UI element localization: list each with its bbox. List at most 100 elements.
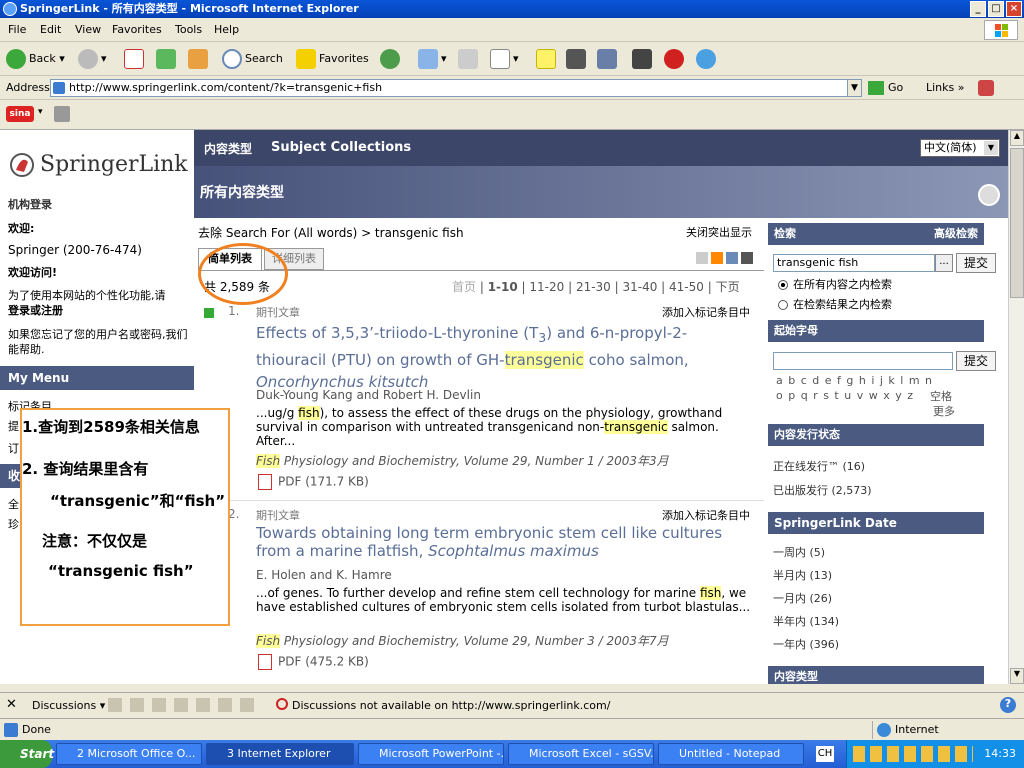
save-icon[interactable] — [741, 252, 753, 264]
remove-search-link[interactable]: 去除 — [198, 226, 222, 240]
more-letters-link[interactable]: 更多 — [933, 403, 955, 419]
note-button[interactable] — [536, 48, 559, 70]
discussion-tool-icons[interactable] — [108, 698, 258, 712]
favorites-item-2[interactable]: 珍 — [8, 516, 19, 532]
result-journal[interactable]: Fish Physiology and Biochemistry, Volume… — [256, 452, 669, 469]
result-journal[interactable]: Fish Physiology and Biochemistry, Volume… — [256, 632, 669, 649]
help-icon[interactable]: ? — [1000, 697, 1016, 713]
page-11-20[interactable]: 11-20 — [529, 280, 564, 294]
task-notepad[interactable]: Untitled - Notepad — [658, 743, 804, 765]
start-button[interactable]: Start — [0, 740, 54, 768]
sina-dropdown-icon[interactable]: ▾ — [38, 107, 43, 117]
date-filter-link[interactable]: 一年内 (396) — [773, 636, 839, 652]
page-next[interactable]: 下页 — [716, 280, 740, 294]
tab-subject-collections[interactable]: Subject Collections — [271, 140, 411, 155]
date-filter-link[interactable]: 一周内 (5) — [773, 544, 825, 560]
tool-button-1[interactable] — [566, 48, 589, 70]
task-excel[interactable]: Microsoft Excel - sGSV... — [508, 743, 654, 765]
author-link[interactable]: Robert H. Devlin — [383, 388, 481, 402]
date-filter-link[interactable]: 半月内 (13) — [773, 567, 832, 583]
rss-icon[interactable] — [711, 252, 723, 264]
space-link[interactable]: 空格 — [930, 388, 952, 404]
springerlink-logo[interactable]: SpringerLink — [40, 152, 188, 177]
letter-submit-button[interactable]: 提交 — [956, 351, 996, 371]
extension-icon[interactable] — [978, 80, 994, 96]
radio-search-all[interactable]: 在所有内容之内检索 — [778, 276, 892, 292]
mail-button[interactable]: ▾ — [418, 48, 447, 70]
home-button[interactable] — [188, 48, 211, 70]
menu-edit[interactable]: Edit — [40, 23, 61, 36]
letter-links[interactable]: a b c d e f g h i j k l m n — [776, 374, 933, 387]
letter-links[interactable]: o p q r s t u v w x y z — [776, 389, 914, 402]
institution-login-link[interactable]: 机构登录 — [8, 196, 52, 212]
letter-input[interactable] — [773, 352, 953, 370]
maximize-button[interactable]: □ — [988, 1, 1004, 17]
menu-view[interactable]: View — [75, 23, 101, 36]
print-page-icon[interactable] — [978, 184, 1000, 206]
address-dropdown-icon[interactable]: ▼ — [847, 80, 861, 96]
sina-logo-icon[interactable]: sina — [6, 106, 34, 122]
print-button[interactable] — [458, 48, 481, 70]
author-link[interactable]: Duk-Young Kang — [256, 388, 353, 402]
pdf-link[interactable]: PDF (171.7 KB) — [258, 474, 369, 490]
advanced-search-link[interactable]: 高级检索 — [934, 223, 978, 245]
published-link[interactable]: 已出版发行 (2,573) — [773, 482, 872, 498]
tab-content-types[interactable]: 内容类型 — [204, 140, 252, 157]
export-icon[interactable] — [696, 252, 708, 264]
edit-button[interactable]: ▾ — [490, 48, 519, 70]
forward-button[interactable]: ▾ — [78, 48, 107, 70]
scroll-up-icon[interactable]: ▲ — [1010, 130, 1024, 146]
favorites-button[interactable]: Favorites — [296, 48, 369, 70]
history-button[interactable] — [380, 48, 403, 70]
stop-button[interactable] — [124, 48, 147, 70]
wrench-icon[interactable] — [54, 106, 70, 122]
task-office[interactable]: 2 Microsoft Office O... — [56, 743, 202, 765]
search-button[interactable]: Search — [222, 48, 283, 70]
task-powerpoint[interactable]: Microsoft PowerPoint -... — [358, 743, 504, 765]
add-to-marked-link[interactable]: 添加入标记条目中 — [662, 304, 750, 320]
close-button[interactable]: × — [1006, 1, 1022, 17]
address-input[interactable]: http://www.springerlink.com/content/?k=t… — [50, 79, 862, 97]
language-indicator[interactable]: CH — [816, 746, 834, 762]
back-button[interactable]: Back ▾ — [6, 48, 65, 70]
menu-help[interactable]: Help — [214, 23, 239, 36]
login-register-link[interactable]: 登录或注册 — [8, 304, 63, 317]
scroll-thumb[interactable] — [1010, 148, 1024, 298]
search-submit-button[interactable]: 提交 — [956, 253, 996, 273]
result-title[interactable]: Effects of 3,5,3’-triiodo-L-thyronine (T… — [256, 322, 756, 393]
menu-item-3[interactable]: 订 — [8, 440, 19, 456]
page-31-40[interactable]: 31-40 — [622, 280, 657, 294]
add-to-marked-link[interactable]: 添加入标记条目中 — [662, 507, 750, 523]
close-discussions-icon[interactable]: ✕ — [6, 697, 17, 712]
search-options-button[interactable]: ... — [935, 254, 953, 272]
result-title[interactable]: Towards obtaining long term embryonic st… — [256, 524, 756, 560]
search-input[interactable]: transgenic fish — [773, 254, 935, 272]
minimize-button[interactable]: _ — [970, 1, 986, 17]
go-button[interactable]: Go — [868, 79, 903, 97]
author-link[interactable]: K. Hamre — [336, 568, 392, 582]
menu-favorites[interactable]: Favorites — [112, 23, 162, 36]
messenger-button[interactable] — [696, 48, 719, 70]
radio-search-results[interactable]: 在检索结果之内检索 — [778, 296, 892, 312]
links-button[interactable]: Links » — [926, 81, 965, 94]
tool-button-2[interactable] — [597, 48, 620, 70]
scroll-down-icon[interactable]: ▼ — [1010, 668, 1024, 684]
favorites-item-1[interactable]: 全 — [8, 496, 19, 512]
email-icon[interactable] — [726, 252, 738, 264]
task-ie[interactable]: 3 Internet Explorer — [206, 743, 354, 765]
menu-file[interactable]: File — [8, 23, 26, 36]
language-select[interactable]: 中文(简体) ▼ — [920, 139, 1000, 157]
tray-icons[interactable] — [853, 746, 973, 762]
discussions-menu[interactable]: Discussions ▾ — [32, 699, 105, 712]
page-scrollbar[interactable]: ▲ ▼ — [1008, 130, 1024, 684]
page-41-50[interactable]: 41-50 — [669, 280, 704, 294]
tool-button-4[interactable] — [664, 48, 687, 70]
author-link[interactable]: E. Holen — [256, 568, 306, 582]
page-first[interactable]: 首页 — [452, 280, 476, 294]
pdf-link[interactable]: PDF (475.2 KB) — [258, 654, 369, 670]
tool-button-3[interactable] — [632, 48, 655, 70]
date-filter-link[interactable]: 半年内 (134) — [773, 613, 839, 629]
date-filter-link[interactable]: 一月内 (26) — [773, 590, 832, 606]
menu-tools[interactable]: Tools — [175, 23, 202, 36]
close-highlight-link[interactable]: 关闭突出显示 — [686, 224, 752, 240]
